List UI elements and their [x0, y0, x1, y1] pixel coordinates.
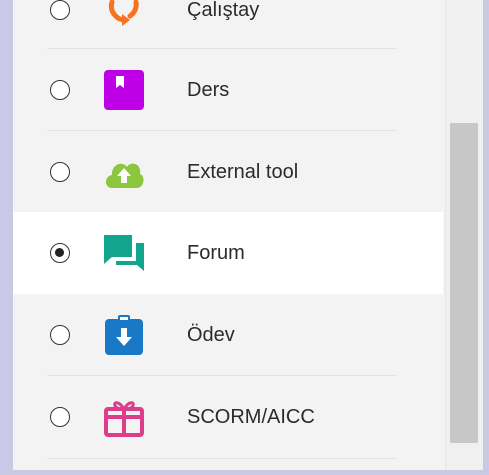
list-item-assignment[interactable]: Ödev: [13, 294, 443, 376]
radio-selected-dot: [55, 248, 64, 257]
activity-list: Çalıştay Ders External tool Forum Ödev S…: [13, 0, 443, 470]
external-tool-icon: [102, 150, 146, 194]
radio-lesson[interactable]: [50, 80, 70, 100]
workshop-icon: [102, 0, 146, 32]
scorm-package-icon: [102, 395, 146, 439]
list-item-scorm[interactable]: SCORM/AICC: [13, 376, 443, 458]
radio-workshop[interactable]: [50, 0, 70, 20]
list-item-label: SCORM/AICC: [187, 406, 315, 428]
list-item-label: Forum: [187, 242, 245, 264]
radio-forum[interactable]: [50, 243, 70, 263]
list-item-workshop[interactable]: Çalıştay: [13, 0, 443, 51]
scrollbar-thumb[interactable]: [450, 123, 478, 443]
list-item-lesson[interactable]: Ders: [13, 49, 443, 131]
activity-chooser-panel: Çalıştay Ders External tool Forum Ödev S…: [13, 0, 483, 470]
list-item-label: Ders: [187, 79, 230, 101]
list-item-label: Ödev: [187, 324, 235, 346]
forum-icon: [102, 231, 146, 275]
radio-scorm[interactable]: [50, 407, 70, 427]
list-item-label: Çalıştay: [187, 0, 260, 21]
divider: [47, 458, 397, 459]
list-item-label: External tool: [187, 161, 299, 183]
list-item-external-tool[interactable]: External tool: [13, 131, 443, 213]
radio-assignment[interactable]: [50, 325, 70, 345]
assignment-icon: [102, 313, 146, 357]
lesson-icon: [102, 68, 146, 112]
radio-external-tool[interactable]: [50, 162, 70, 182]
list-item-forum[interactable]: Forum: [13, 212, 443, 294]
